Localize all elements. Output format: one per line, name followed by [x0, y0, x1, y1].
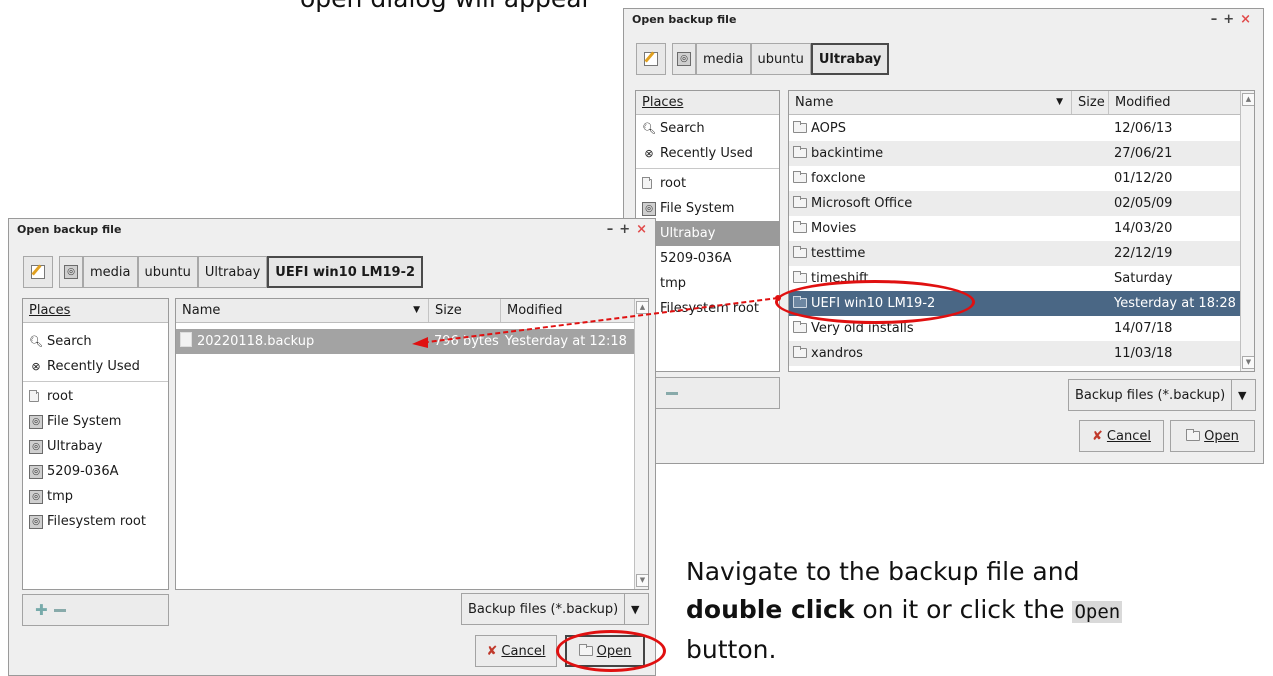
instruction-caption: Navigate to the backup file and double c… [686, 557, 1123, 664]
